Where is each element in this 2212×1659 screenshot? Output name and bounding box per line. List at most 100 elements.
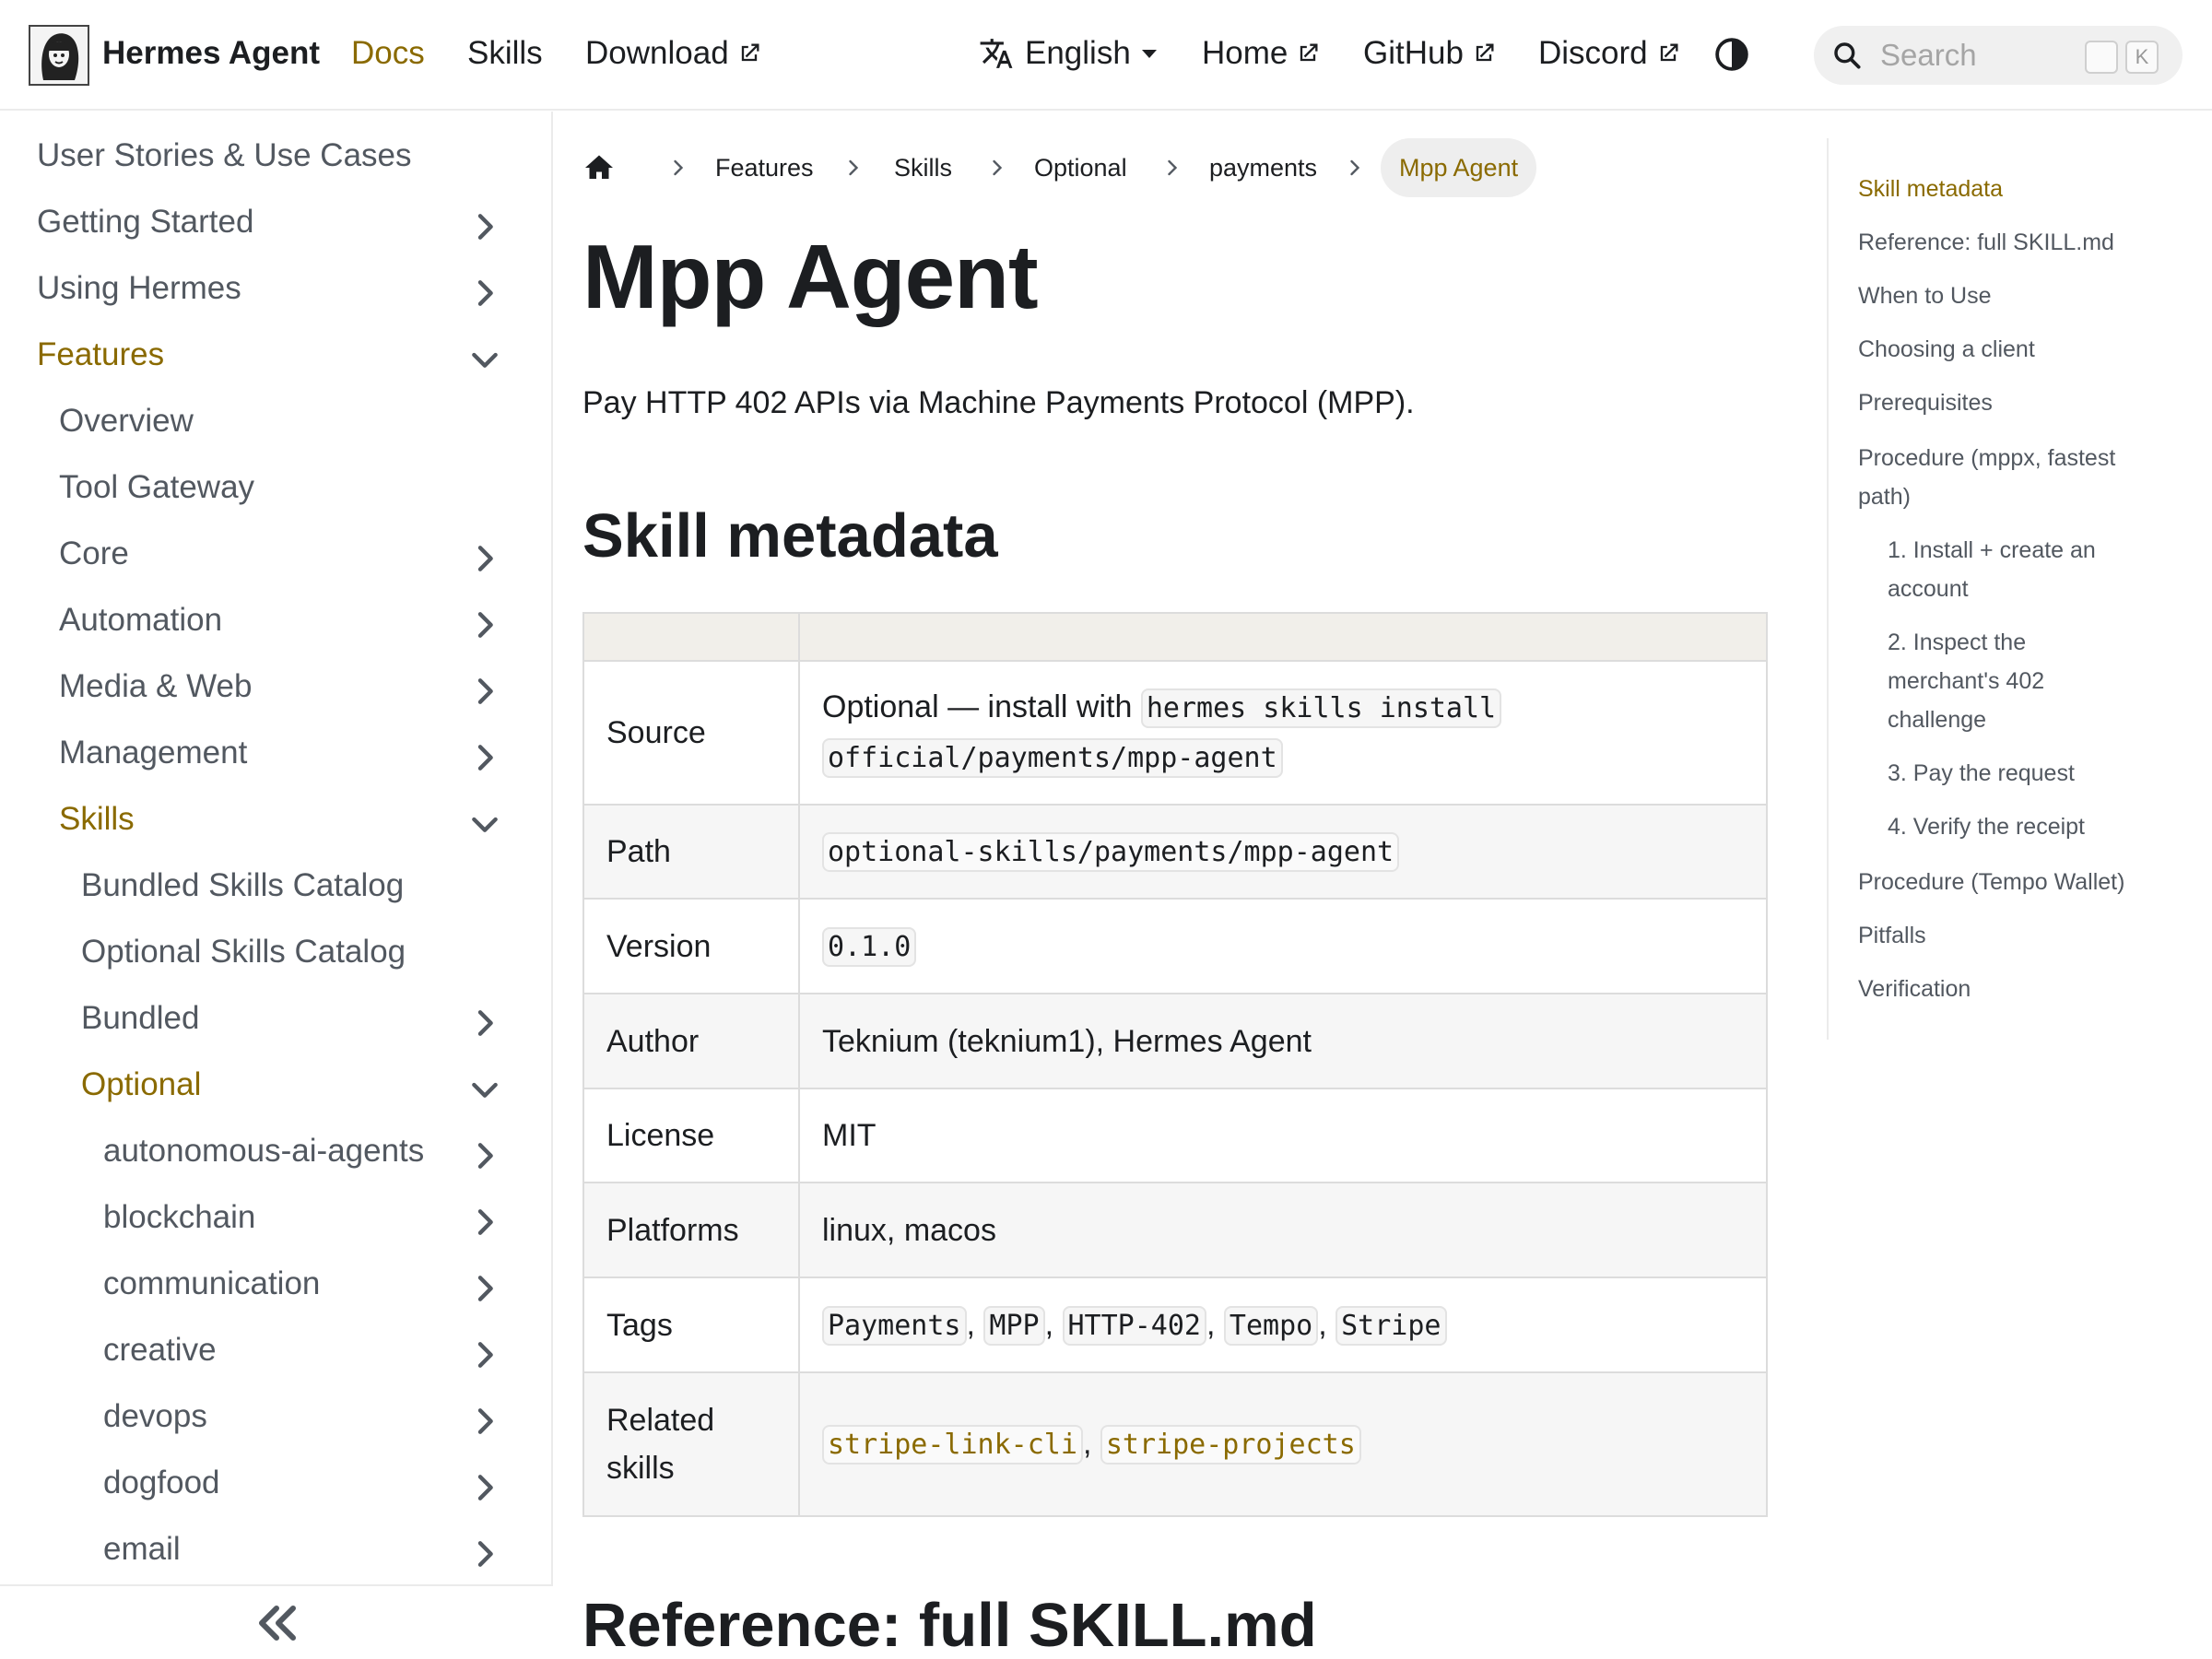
related-skill-link[interactable]: stripe-projects — [1100, 1425, 1361, 1465]
sidebar-item-blockchain[interactable]: blockchain — [0, 1188, 553, 1245]
search-icon — [1834, 42, 1861, 69]
toc-item-skill-metadata[interactable]: Skill metadata — [1858, 170, 2181, 208]
brand-title[interactable]: Hermes Agent — [102, 33, 320, 74]
toc-item-install-account[interactable]: 1. Install + create an account — [1888, 531, 2155, 608]
section-heading-skill-metadata: Skill metadata — [582, 501, 998, 571]
sidebar-item-label: Tool Gateway — [59, 469, 255, 505]
chevron-right-icon[interactable] — [466, 1403, 503, 1440]
sidebar-item-label: Using Hermes — [37, 270, 241, 306]
sidebar-item-optional-catalog[interactable]: Optional Skills Catalog — [0, 923, 553, 980]
sidebar-item-dogfood[interactable]: dogfood — [0, 1453, 553, 1511]
sidebar-item-email[interactable]: email — [0, 1520, 553, 1577]
chevron-right-icon[interactable] — [466, 208, 503, 245]
chevron-right-icon[interactable] — [466, 1270, 503, 1307]
chevron-right-icon[interactable] — [466, 1535, 503, 1572]
table-row: License MIT — [582, 1088, 1768, 1183]
toc-item-inspect-challenge[interactable]: 2. Inspect the merchant's 402 challenge — [1888, 623, 2136, 739]
nav-skills-label: Skills — [467, 35, 543, 71]
toc-item-verify-receipt[interactable]: 4. Verify the receipt — [1888, 807, 2210, 846]
sidebar-item-automation[interactable]: Automation — [0, 591, 553, 648]
chevron-down-icon[interactable] — [466, 806, 503, 842]
sidebar-item-features[interactable]: Features — [0, 325, 553, 382]
tag-http-402: HTTP-402 — [1062, 1305, 1206, 1346]
row-key-line: Related — [606, 1403, 715, 1438]
sidebar-item-core[interactable]: Core — [0, 524, 553, 582]
breadcrumb-separator-icon — [849, 159, 859, 176]
chevron-down-icon[interactable] — [466, 341, 503, 378]
toc-item-pay-request[interactable]: 3. Pay the request — [1888, 754, 2210, 793]
chevron-right-icon[interactable] — [466, 606, 503, 643]
sidebar-item-management[interactable]: Management — [0, 724, 553, 781]
chevron-right-icon[interactable] — [466, 275, 503, 312]
row-key: Tags — [582, 1277, 800, 1373]
related-skill-link[interactable]: stripe-link-cli — [822, 1425, 1083, 1465]
sidebar-item-using-hermes[interactable]: Using Hermes — [0, 259, 553, 316]
sidebar-item-getting-started[interactable]: Getting Started — [0, 193, 553, 250]
chevron-right-icon[interactable] — [466, 673, 503, 710]
collapse-sidebar-button[interactable] — [0, 1584, 553, 1659]
external-link-icon — [1300, 43, 1318, 62]
theme-toggle-icon[interactable] — [1714, 37, 1749, 72]
language-dropdown[interactable]: English — [979, 33, 1160, 74]
chevron-right-icon[interactable] — [466, 540, 503, 577]
sidebar-item-devops[interactable]: devops — [0, 1387, 553, 1444]
toc-item-procedure-mppx[interactable]: Procedure (mppx, fastest path) — [1858, 439, 2171, 516]
chevron-right-icon[interactable] — [466, 1336, 503, 1373]
row-key: Author — [582, 993, 800, 1089]
nav-discord-link[interactable]: Discord — [1538, 33, 1681, 74]
breadcrumb-item-optional[interactable]: Optional — [1034, 147, 1127, 188]
search-box[interactable]: K — [1814, 26, 2183, 85]
translate-icon — [980, 39, 1013, 68]
sidebar-item-creative[interactable]: creative — [0, 1321, 553, 1378]
nav-home-label: Home — [1202, 35, 1288, 71]
nav-skills-link[interactable]: Skills — [467, 33, 543, 74]
sidebar-item-label: Optional — [81, 1066, 202, 1102]
toc-item-procedure-tempo[interactable]: Procedure (Tempo Wallet) — [1858, 863, 2181, 901]
toc-item-reference[interactable]: Reference: full SKILL.md — [1858, 223, 2181, 262]
home-icon[interactable] — [582, 151, 616, 184]
sidebar-item-user-stories[interactable]: User Stories & Use Cases — [0, 126, 553, 183]
row-key: Path — [582, 804, 800, 900]
sidebar-item-optional[interactable]: Optional — [0, 1055, 553, 1112]
search-input[interactable] — [1880, 35, 2065, 76]
sidebar-item-media-web[interactable]: Media & Web — [0, 657, 553, 714]
sidebar-item-label: Overview — [59, 403, 194, 439]
sidebar-item-bundled[interactable]: Bundled — [0, 989, 553, 1046]
toc-item-when-to-use[interactable]: When to Use — [1858, 276, 2181, 315]
chevron-right-icon[interactable] — [466, 1137, 503, 1174]
nav-download-link[interactable]: Download — [585, 33, 762, 74]
chevron-right-icon[interactable] — [466, 739, 503, 776]
table-header-cell — [798, 612, 1768, 662]
sidebar-item-bundled-catalog[interactable]: Bundled Skills Catalog — [0, 856, 553, 913]
sidebar-item-label: Media & Web — [59, 668, 253, 704]
chevron-right-icon[interactable] — [466, 1204, 503, 1241]
sidebar-item-autonomous-ai-agents[interactable]: autonomous-ai-agents — [0, 1122, 553, 1179]
chevron-right-icon[interactable] — [466, 1469, 503, 1506]
sidebar-item-skills[interactable]: Skills — [0, 790, 553, 847]
breadcrumb-item-payments[interactable]: payments — [1209, 147, 1317, 188]
nav-github-link[interactable]: GitHub — [1363, 33, 1497, 74]
breadcrumb-item-features[interactable]: Features — [715, 147, 814, 188]
table-of-contents: Skill metadata Reference: full SKILL.md … — [1827, 138, 2195, 1040]
install-command-code[interactable]: official/payments/mpp-agent — [822, 738, 1283, 778]
toc-item-verification[interactable]: Verification — [1858, 970, 2181, 1008]
tag-tempo: Tempo — [1223, 1305, 1319, 1346]
path-code: optional-skills/payments/mpp-agent — [822, 832, 1400, 872]
nav-home-link[interactable]: Home — [1202, 33, 1321, 74]
nav-docs-link[interactable]: Docs — [351, 33, 425, 74]
sidebar-item-label: User Stories & Use Cases — [37, 137, 412, 173]
chevron-down-icon[interactable] — [466, 1071, 503, 1108]
table-row: Version 0.1.0 — [582, 898, 1768, 994]
row-value-tags: Payments, MPP, HTTP-402, Tempo, Stripe — [798, 1277, 1768, 1373]
sidebar-item-label: email — [103, 1531, 181, 1567]
sidebar-item-tool-gateway[interactable]: Tool Gateway — [0, 458, 553, 515]
sidebar-item-communication[interactable]: communication — [0, 1254, 553, 1312]
install-command-code[interactable]: hermes skills install — [1140, 688, 1502, 728]
chevron-right-icon[interactable] — [466, 1005, 503, 1041]
breadcrumb-item-skills[interactable]: Skills — [894, 147, 952, 188]
toc-item-choosing-client[interactable]: Choosing a client — [1858, 330, 2181, 369]
toc-item-pitfalls[interactable]: Pitfalls — [1858, 916, 2181, 955]
hermes-logo-icon[interactable] — [29, 25, 89, 86]
toc-item-prerequisites[interactable]: Prerequisites — [1858, 383, 2181, 422]
sidebar-item-overview[interactable]: Overview — [0, 392, 553, 449]
